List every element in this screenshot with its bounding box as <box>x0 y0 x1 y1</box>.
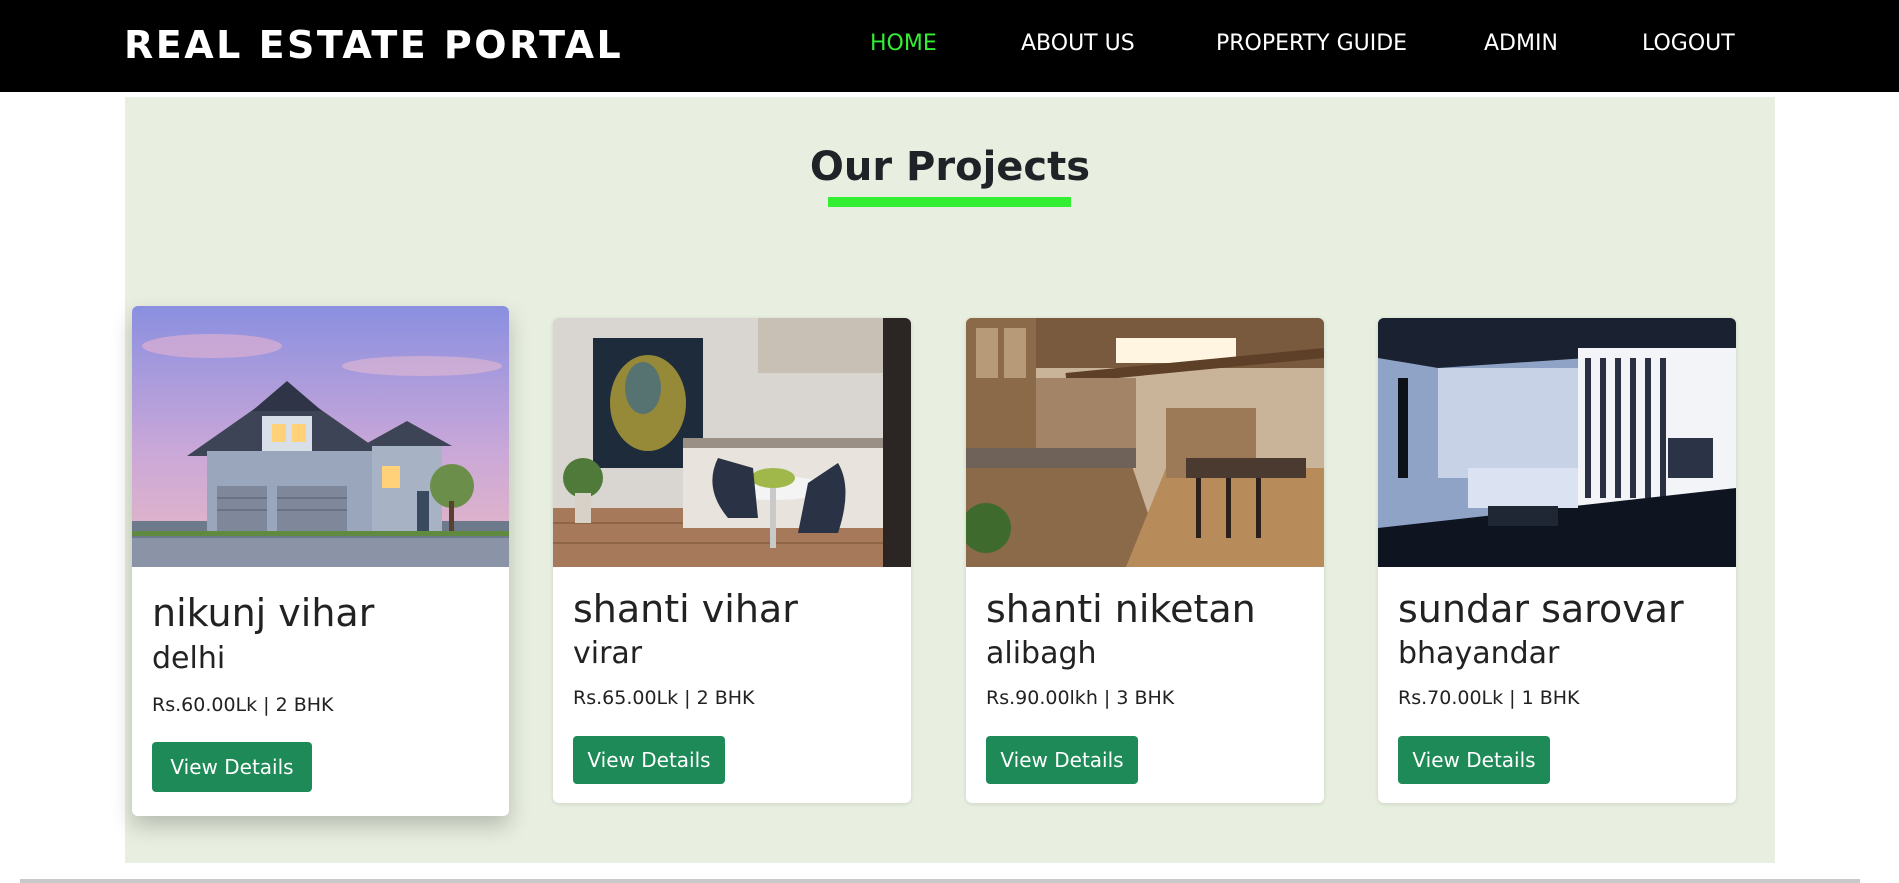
kitchen-icon <box>966 318 1324 567</box>
project-location: virar <box>573 636 643 671</box>
view-details-button[interactable]: View Details <box>1398 736 1550 784</box>
project-price: Rs.90.00lkh | 3 BHK <box>986 687 1175 709</box>
project-location: delhi <box>152 641 226 676</box>
nav-admin[interactable]: ADMIN <box>1484 30 1558 58</box>
projects-section: Our Projects nikunj vihar delhi Rs.60.00… <box>125 97 1775 863</box>
top-navbar: REAL ESTATE PORTAL HOME ABOUT US PROPERT… <box>0 0 1899 92</box>
horizontal-scrollbar[interactable] <box>20 879 1860 883</box>
house-exterior-icon <box>132 306 509 567</box>
project-name: shanti vihar <box>573 587 798 631</box>
project-location: alibagh <box>986 636 1097 671</box>
project-price: Rs.60.00Lk | 2 BHK <box>152 694 334 716</box>
nav-home[interactable]: HOME <box>870 30 937 58</box>
nav-logout[interactable]: LOGOUT <box>1642 30 1735 58</box>
dining-room-icon <box>553 318 911 567</box>
project-name: shanti niketan <box>986 587 1256 631</box>
brand-logo[interactable]: REAL ESTATE PORTAL <box>124 22 623 68</box>
project-location: bhayandar <box>1398 636 1560 671</box>
view-details-button[interactable]: View Details <box>152 742 312 792</box>
project-card[interactable]: shanti niketan alibagh Rs.90.00lkh | 3 B… <box>966 318 1324 803</box>
project-card[interactable]: shanti vihar virar Rs.65.00Lk | 2 BHK Vi… <box>553 318 911 803</box>
project-card[interactable]: nikunj vihar delhi Rs.60.00Lk | 2 BHK Vi… <box>132 306 509 816</box>
view-details-button[interactable]: View Details <box>986 736 1138 784</box>
nav-about-us[interactable]: ABOUT US <box>1021 30 1135 58</box>
project-card[interactable]: sundar sarovar bhayandar Rs.70.00Lk | 1 … <box>1378 318 1736 803</box>
project-name: sundar sarovar <box>1398 587 1684 631</box>
project-price: Rs.70.00Lk | 1 BHK <box>1398 687 1580 709</box>
project-name: nikunj vihar <box>152 591 375 635</box>
nav-property-guide[interactable]: PROPERTY GUIDE <box>1216 30 1407 58</box>
view-details-button[interactable]: View Details <box>573 736 725 784</box>
project-price: Rs.65.00Lk | 2 BHK <box>573 687 755 709</box>
living-room-icon <box>1378 318 1736 567</box>
section-title: Our Projects <box>809 144 1091 190</box>
title-underline <box>828 197 1071 207</box>
